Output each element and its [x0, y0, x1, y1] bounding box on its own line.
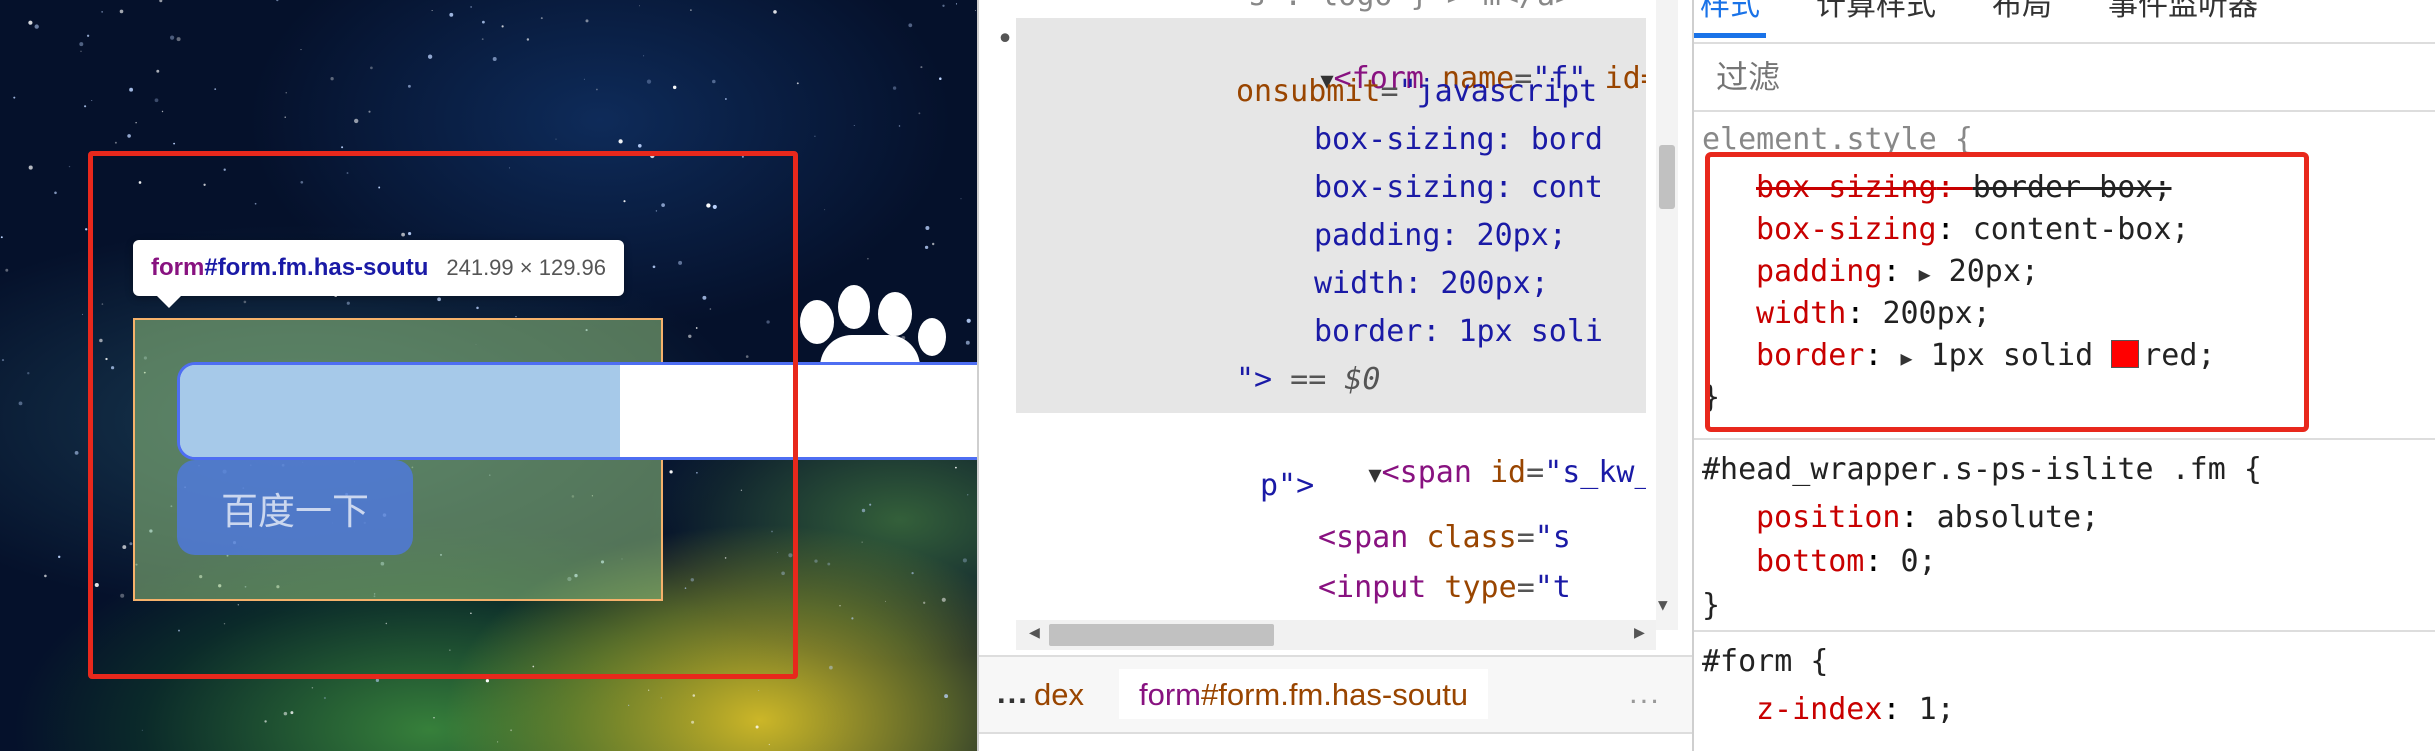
vertical-scrollbar[interactable]	[1656, 0, 1678, 630]
dom-node-input[interactable]: <input type="t	[1318, 570, 1571, 605]
rule-selector: #head_wrapper.s-ps-islite .fm {	[1702, 452, 2262, 487]
horizontal-scrollbar-thumb[interactable]	[1049, 624, 1274, 646]
tooltip-selector: form#form.fm.has-soutu	[151, 254, 429, 281]
styles-tabs: 样式 计算样式 布局 事件监听器	[1694, 0, 2308, 38]
breadcrumb-item-prev[interactable]: dex	[1034, 677, 1084, 713]
filter-input[interactable]	[1714, 52, 2318, 102]
scroll-left-arrow-icon[interactable]: ◀	[1029, 622, 1040, 643]
rule-form: #form { z-index: 1;	[1694, 632, 2435, 751]
dom-style-line: box-sizing: cont	[1314, 170, 1603, 205]
dom-node-span[interactable]: ▼<span id="s_kw_w	[1260, 420, 1646, 525]
vertical-scrollbar-thumb[interactable]	[1659, 145, 1675, 209]
dom-style-line: box-sizing: bord	[1314, 122, 1603, 157]
tab-styles[interactable]: 样式	[1694, 0, 1766, 38]
dom-close-line: "> == $0	[1236, 362, 1381, 397]
breadcrumb: ... dex form#form.fm.has-soutu ...	[979, 655, 1694, 734]
dom-attr-line: onsubmit="javascript	[1236, 74, 1598, 109]
page-preview: 百度一下 form#form.fm.has-soutu 241.99 × 129…	[0, 0, 977, 751]
dom-style-line: border: 1px soli	[1314, 314, 1603, 349]
rule-selector: #form {	[1702, 644, 1829, 679]
dom-line-partial: s : logo } > m</a>	[1248, 0, 1573, 13]
tab-layout[interactable]: 布局	[1986, 0, 2058, 30]
annotation-highlight-box	[88, 151, 798, 679]
dom-style-line: width: 200px;	[1314, 266, 1549, 301]
scroll-right-arrow-icon[interactable]: ▶	[1634, 622, 1645, 643]
dom-tree: s : logo } > m</a> ▼<form name="f" id= o…	[1016, 0, 1646, 625]
breadcrumb-overflow-right[interactable]: ...	[1629, 675, 1661, 711]
filter-bar	[1694, 42, 2435, 112]
rule-close: }	[1702, 588, 1721, 623]
css-declaration[interactable]: z-index: 1;	[1756, 692, 1955, 727]
css-declaration[interactable]: position: absolute;	[1756, 500, 2099, 535]
scroll-down-arrow-icon[interactable]: ▼	[1658, 595, 1668, 614]
breadcrumb-overflow-left[interactable]: ...	[997, 675, 1029, 711]
tooltip-dimensions: 241.99 × 129.96	[446, 255, 607, 280]
dom-style-line: padding: 20px;	[1314, 218, 1567, 253]
css-declaration[interactable]: bottom: 0;	[1756, 544, 1937, 579]
expand-caret-icon[interactable]: ▼	[1368, 463, 1381, 488]
tab-event-listeners[interactable]: 事件监听器	[2102, 0, 2264, 30]
dom-node-span[interactable]: <span class="s	[1318, 520, 1571, 555]
rule-head-wrapper-fm: #head_wrapper.s-ps-islite .fm { position…	[1694, 440, 2435, 632]
inspect-tooltip: form#form.fm.has-soutu 241.99 × 129.96	[133, 240, 625, 308]
elements-panel: ••• s : logo } > m</a> ▼<form name="f" i…	[977, 0, 1694, 751]
breadcrumb-item-current[interactable]: form#form.fm.has-soutu	[1119, 669, 1489, 719]
tab-computed[interactable]: 计算样式	[1810, 0, 1942, 30]
annotation-highlight-box	[1705, 152, 2309, 432]
dom-attr-line: p">	[1260, 468, 1315, 503]
